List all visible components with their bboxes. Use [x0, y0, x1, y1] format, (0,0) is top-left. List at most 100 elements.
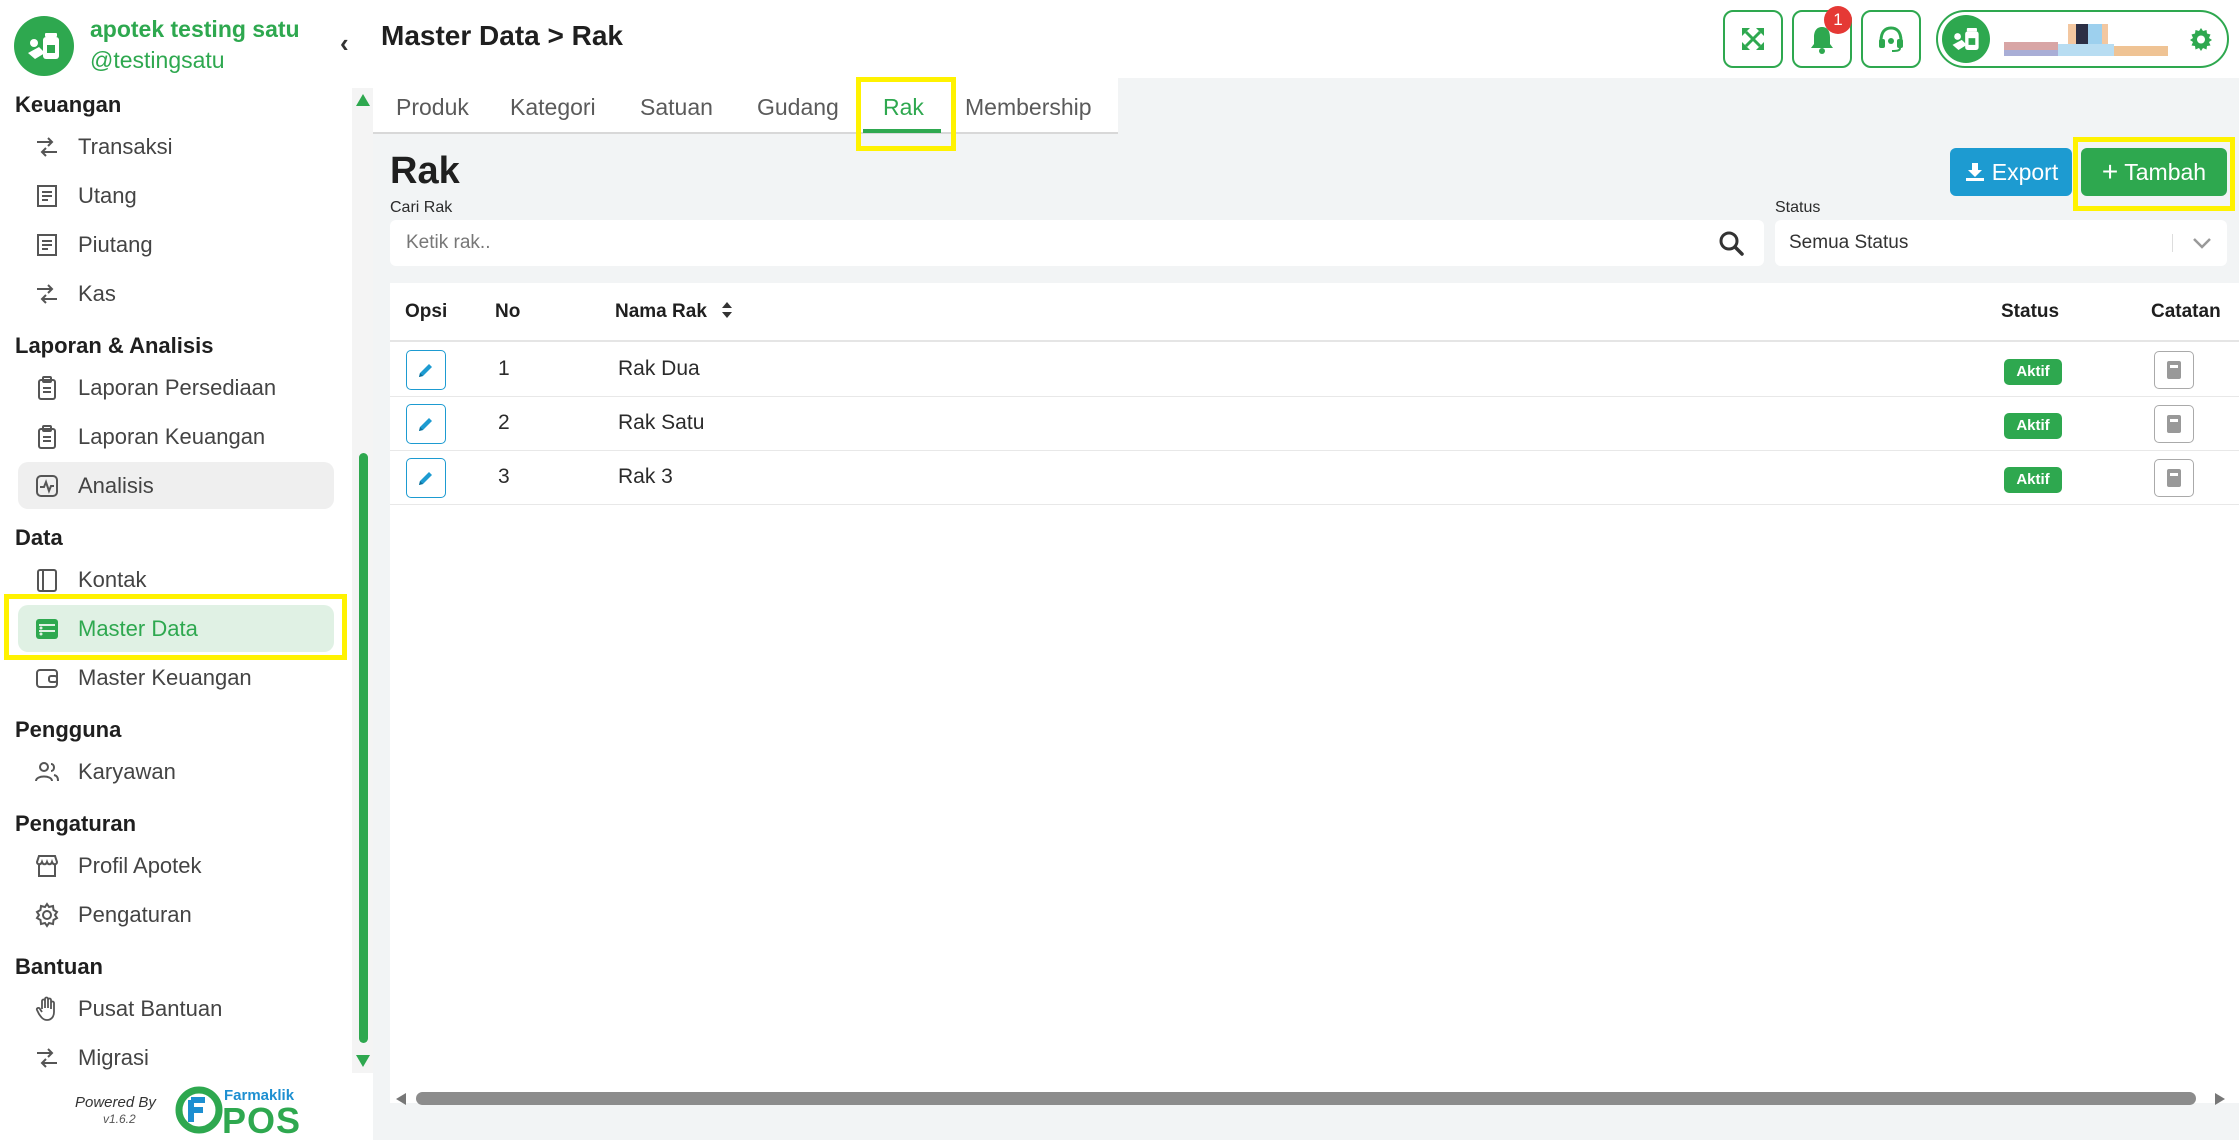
pharmacy-name: apotek testing satu [90, 16, 300, 42]
sidebar-scroll-thumb[interactable] [359, 453, 368, 1043]
fullscreen-button[interactable] [1723, 10, 1783, 68]
scroll-right-arrow-icon[interactable] [2215, 1093, 2225, 1105]
sidebar-item-laporan-persediaan[interactable]: Laporan Persediaan [18, 364, 334, 411]
notification-button[interactable]: 1 [1792, 6, 1852, 68]
sidebar-item-label: Kas [78, 280, 116, 306]
table-header: Opsi No Nama Rak Status Catatan [390, 283, 2239, 342]
export-button[interactable]: Export [1950, 148, 2072, 196]
sort-icon[interactable] [720, 301, 734, 319]
nama-rak-header-label: Nama Rak [615, 301, 707, 322]
row-number: 2 [498, 411, 510, 434]
note-button[interactable] [2154, 351, 2194, 389]
profile-settings-gear-icon[interactable] [2189, 27, 2213, 51]
horizontal-scroll-thumb[interactable] [416, 1092, 2196, 1105]
scroll-down-arrow-icon[interactable] [356, 1055, 370, 1067]
sidebar-item-laporan-keuangan[interactable]: Laporan Keuangan [18, 413, 334, 460]
sidebar-item-piutang[interactable]: Piutang [18, 221, 334, 268]
clipboard-icon [32, 422, 62, 452]
column-header-status: Status [2001, 301, 2060, 322]
status-filter-select[interactable]: Semua Status [1775, 220, 2227, 266]
pencil-icon [419, 418, 432, 431]
headset-icon [1879, 26, 1903, 52]
column-header-catatan: Catatan [2151, 301, 2221, 322]
sidebar-item-analisis[interactable]: Analisis [18, 462, 334, 509]
notebook-icon [2167, 361, 2181, 379]
tab-gudang[interactable]: Gudang [757, 78, 839, 134]
select-separator [2172, 234, 2173, 252]
sidebar-item-label: Transaksi [78, 133, 173, 159]
sidebar-scrollbar[interactable] [352, 88, 373, 1073]
status-filter-label: Status [1775, 199, 1821, 216]
scroll-up-arrow-icon[interactable] [356, 94, 370, 106]
sidebar-item-label: Karyawan [78, 758, 176, 784]
column-header-opsi: Opsi [405, 301, 448, 322]
sidebar-section-pengguna: Pengguna [15, 717, 122, 742]
wallet-icon [32, 663, 62, 693]
sidebar-menu: Keuangan Transaksi Utang Piutang Kas Laporan … [0, 88, 352, 1073]
support-button[interactable] [1861, 10, 1921, 68]
users-icon [32, 757, 62, 787]
tab-produk[interactable]: Produk [396, 78, 469, 134]
edit-button[interactable] [406, 404, 446, 444]
notebook-icon [2167, 469, 2181, 487]
top-header: Master Data > Rak 1 [373, 0, 2239, 78]
status-filter-value: Semua Status [1789, 232, 1909, 253]
collapse-sidebar-chevron-icon[interactable]: ‹ [340, 28, 349, 59]
scroll-left-arrow-icon[interactable] [396, 1093, 406, 1105]
search-input[interactable] [406, 220, 1696, 266]
edit-button[interactable] [406, 350, 446, 390]
app-version: v1.6.2 [103, 1112, 136, 1126]
fullscreen-icon [1742, 28, 1764, 50]
store-icon [32, 851, 62, 881]
table-horizontal-scrollbar[interactable] [390, 1089, 2239, 1109]
sidebar-item-profil-apotek[interactable]: Profil Apotek [18, 842, 334, 889]
column-header-nama-rak[interactable]: Nama Rak [615, 301, 734, 323]
tab-satuan[interactable]: Satuan [640, 78, 713, 134]
powered-by-footer: Powered By v1.6.2 Farmaklik POS [0, 1080, 373, 1140]
status-badge: Aktif [2004, 413, 2062, 439]
sidebar-item-migrasi[interactable]: Migrasi [18, 1034, 334, 1073]
page-title: Master Data > Rak [381, 20, 624, 51]
search-box[interactable] [390, 220, 1764, 266]
note-button[interactable] [2154, 405, 2194, 443]
tab-kategori[interactable]: Kategori [510, 78, 596, 134]
sidebar-item-pengaturan[interactable]: Pengaturan [18, 891, 334, 938]
hand-icon [32, 994, 62, 1024]
rak-name: Rak Satu [618, 411, 705, 434]
user-profile-menu[interactable] [1936, 10, 2229, 68]
farmaklik-logo-icon [175, 1086, 223, 1134]
sidebar-item-transaksi[interactable]: Transaksi [18, 123, 334, 170]
sidebar-item-label: Master Keuangan [78, 664, 252, 690]
sidebar-item-master-keuangan[interactable]: Master Keuangan [18, 654, 334, 701]
sidebar-section-laporan-and-analisis: Laporan & Analisis [15, 333, 214, 358]
sidebar-item-label: Piutang [78, 231, 153, 257]
tab-membership[interactable]: Membership [965, 78, 1092, 134]
database-icon [32, 614, 62, 644]
sidebar-item-pusat-bantuan[interactable]: Pusat Bantuan [18, 985, 334, 1032]
sidebar-item-label: Laporan Persediaan [78, 374, 277, 400]
sidebar-item-master-data[interactable]: Master Data [18, 605, 334, 652]
rak-name: Rak Dua [618, 357, 700, 380]
sidebar-section-data: Data [15, 525, 63, 550]
add-rak-button[interactable]: + Tambah [2081, 148, 2227, 196]
edit-button[interactable] [406, 458, 446, 498]
sidebar-item-karyawan[interactable]: Karyawan [18, 748, 334, 795]
search-label: Cari Rak [390, 199, 453, 216]
table-row: 1 Rak Dua Aktif [390, 343, 2239, 397]
pharmacy-logo-icon [14, 16, 74, 76]
search-icon[interactable] [1718, 230, 1744, 256]
export-label: Export [1991, 158, 2059, 185]
receipt-icon [32, 181, 62, 211]
row-number: 3 [498, 465, 510, 488]
chevron-down-icon[interactable] [2191, 234, 2213, 252]
sidebar-item-kontak[interactable]: Kontak [18, 556, 334, 603]
sidebar-item-kas[interactable]: Kas [18, 270, 334, 317]
note-button[interactable] [2154, 459, 2194, 497]
sidebar-item-utang[interactable]: Utang [18, 172, 334, 219]
tab-rak[interactable]: Rak [883, 78, 924, 134]
pencil-icon [419, 472, 432, 485]
profile-avatar [1942, 15, 1990, 63]
notification-count-badge: 1 [1824, 6, 1852, 34]
brand: apotek testing satu @testingsatu [14, 14, 354, 78]
pos-brand-text: POS [222, 1100, 302, 1140]
